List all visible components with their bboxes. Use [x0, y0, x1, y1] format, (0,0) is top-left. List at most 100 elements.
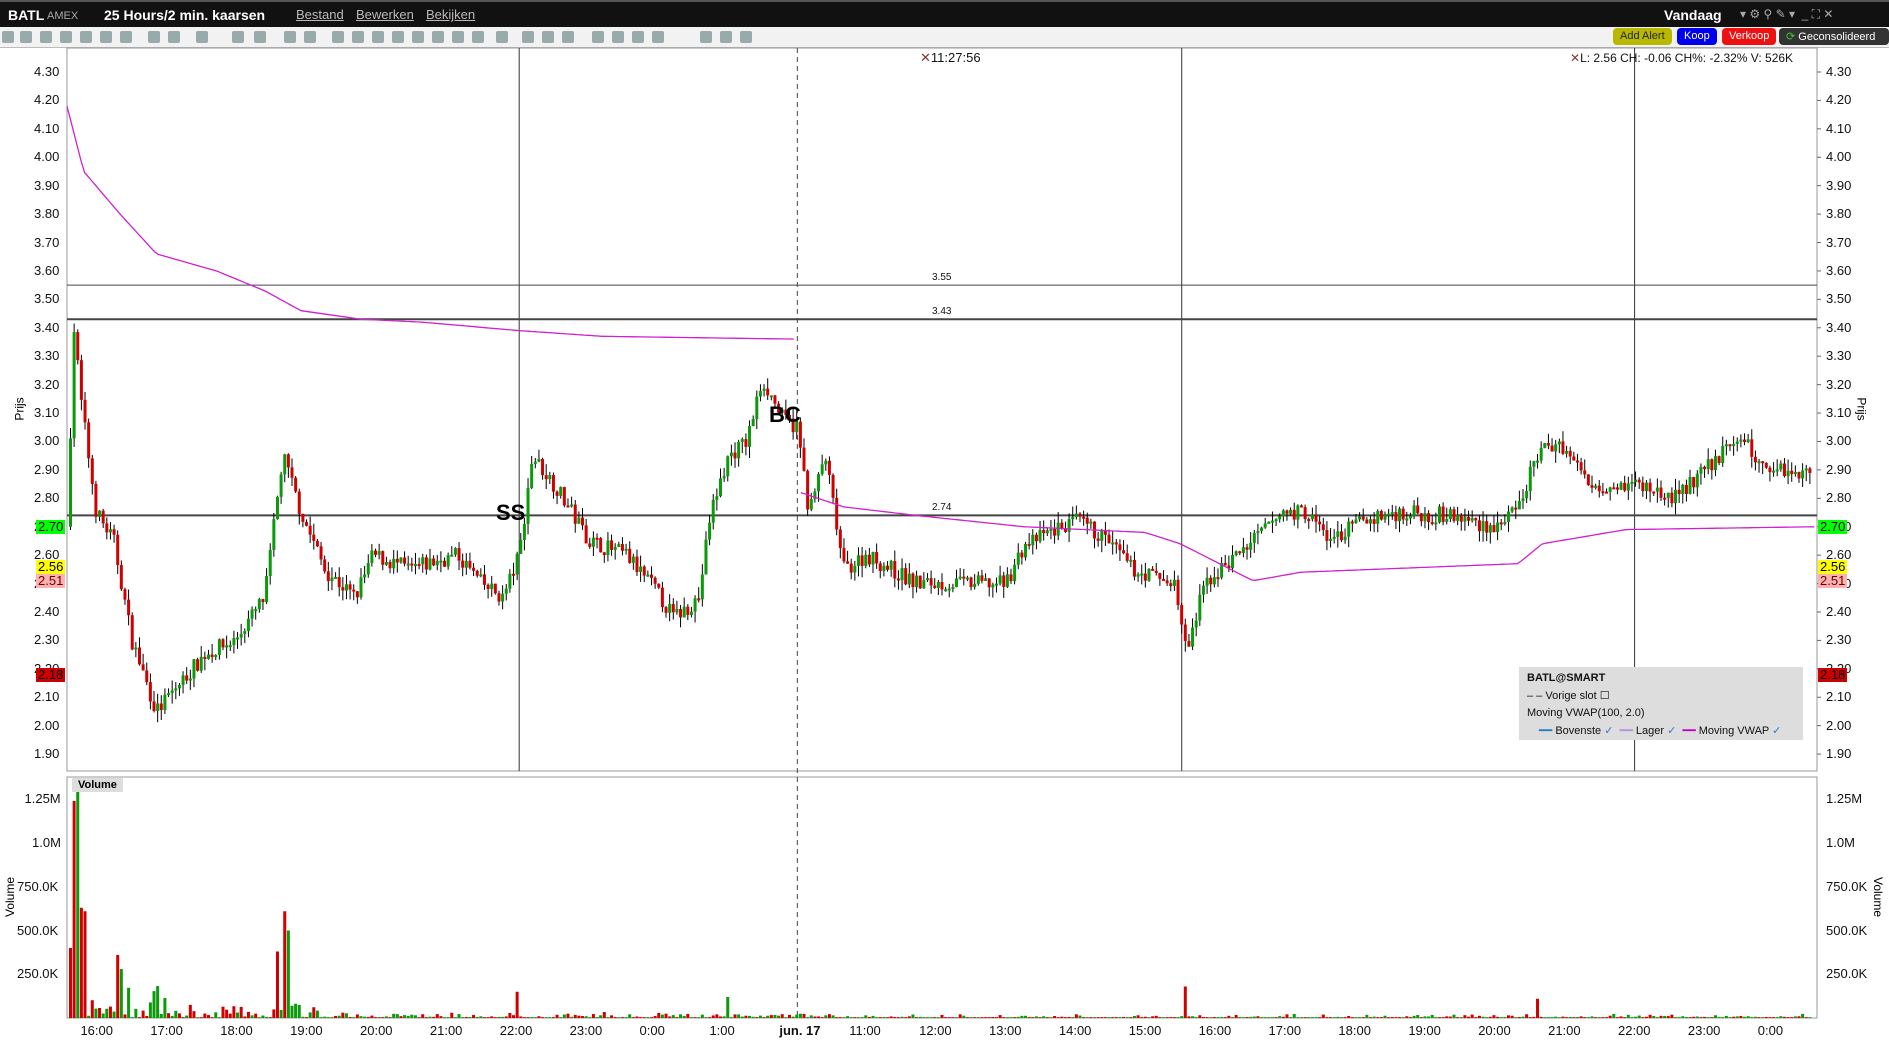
price-tick-label-right: 3.60	[1826, 262, 1852, 278]
volume-bar	[1278, 1016, 1282, 1018]
candle-body	[748, 426, 752, 447]
candle-body	[163, 694, 167, 710]
volume-bar	[1408, 1017, 1412, 1018]
candle-body	[1256, 531, 1260, 534]
candle-body	[1681, 484, 1685, 495]
candle-body	[1467, 517, 1471, 521]
candle-body	[1514, 507, 1518, 510]
series-bovenste[interactable]: Bovenste	[1555, 725, 1601, 737]
candle-body	[1452, 509, 1456, 521]
candle-body	[660, 587, 664, 608]
candle-body	[1405, 518, 1409, 521]
volume-bar	[1227, 1015, 1231, 1018]
volume-bar	[1506, 1015, 1510, 1018]
volume-bar	[1329, 1017, 1333, 1018]
candle-body	[1198, 594, 1202, 621]
volume-bar	[541, 1017, 545, 1018]
volume-tick-label-right: 1.25M	[1826, 791, 1863, 807]
volume-bar	[610, 1015, 614, 1018]
volume-bar	[94, 1008, 98, 1018]
candle-body	[265, 576, 269, 603]
volume-bar	[1470, 1014, 1474, 1018]
candle-body	[755, 396, 759, 419]
volume-bar	[1688, 1017, 1692, 1018]
check-icon[interactable]: ✓	[1604, 725, 1613, 737]
candle-body	[475, 570, 479, 576]
candle-body	[1263, 523, 1267, 528]
price-tick-label: 2.10	[34, 689, 60, 705]
volume-bar	[962, 1015, 966, 1018]
candle-body	[1739, 439, 1743, 442]
volume-bar	[1677, 1017, 1681, 1018]
volume-bar	[1430, 1014, 1434, 1018]
candle-body	[156, 703, 160, 711]
candle-body	[1463, 517, 1467, 522]
candle-body	[334, 577, 338, 580]
volume-bar	[631, 1017, 635, 1018]
candle-body	[679, 609, 683, 618]
series-moving-vwap[interactable]: Moving VWAP	[1699, 725, 1769, 737]
price-tick-label: 3.60	[34, 262, 60, 278]
close-icon[interactable]: ✕	[920, 50, 931, 65]
candle-body	[1786, 470, 1790, 477]
series-lager[interactable]: Lager	[1636, 725, 1664, 737]
candle-body	[1114, 542, 1118, 545]
volume-bar	[577, 1015, 581, 1018]
check-icon[interactable]: ✓	[1667, 725, 1676, 737]
candle-body	[1307, 519, 1311, 522]
candle-body	[973, 583, 977, 588]
volume-bar	[1089, 1017, 1093, 1018]
candle-body	[1071, 516, 1075, 520]
volume-bar	[1223, 1017, 1227, 1018]
volume-bar	[1477, 1015, 1481, 1018]
candle-body	[1089, 521, 1093, 524]
candle-body	[595, 537, 599, 540]
legend-indicator[interactable]: Moving VWAP(100, 2.0)	[1527, 707, 1645, 719]
candle-body	[1231, 554, 1235, 569]
volume-bar	[1543, 1017, 1547, 1018]
candle-body	[802, 447, 806, 471]
volume-bar	[1249, 1016, 1253, 1018]
price-tick-label: 4.30	[34, 64, 60, 79]
volume-tick-label: 1.25M	[24, 791, 61, 807]
volume-bar	[192, 1011, 196, 1018]
candle-body	[613, 547, 617, 550]
volume-bar	[98, 1007, 102, 1018]
price-chart[interactable]	[0, 0, 1889, 1045]
close-icon[interactable]: ✕	[1570, 51, 1580, 65]
candle-body	[675, 609, 679, 613]
volume-bar	[1394, 1017, 1398, 1018]
volume-bar	[1172, 1017, 1176, 1018]
volume-bar	[1071, 1017, 1075, 1018]
candle-body	[762, 388, 766, 391]
candle-body	[301, 513, 305, 522]
volume-bar	[504, 1016, 508, 1018]
price-tick-label-right: 2.30	[1826, 632, 1852, 648]
check-icon[interactable]: ✓	[1772, 725, 1781, 737]
volume-bar	[275, 951, 279, 1018]
volume-bar	[305, 1017, 309, 1018]
legend-title: BATL@SMART	[1527, 672, 1606, 684]
candle-body	[700, 574, 704, 600]
candle-body	[849, 563, 853, 573]
time-tick-label: 22:00	[499, 1023, 533, 1038]
candle-body	[904, 568, 908, 585]
candle-body	[152, 701, 156, 711]
candle-body	[722, 476, 726, 479]
volume-bar	[751, 1016, 755, 1018]
candle-body	[1332, 536, 1336, 539]
candle-body	[628, 548, 632, 563]
candle-body	[1612, 487, 1616, 490]
candle-body	[508, 573, 512, 589]
candle-body	[1270, 520, 1274, 523]
volume-bar	[1078, 1015, 1082, 1018]
time-tick-label: 14:00	[1058, 1023, 1092, 1038]
volume-bar	[1027, 1017, 1031, 1018]
candle-body	[1209, 577, 1213, 585]
legend-prev-close[interactable]: – – Vorige slot ☐	[1527, 689, 1610, 702]
volume-bar	[991, 1016, 995, 1018]
candle-body	[1655, 487, 1659, 492]
marker-ss: SS	[496, 500, 526, 525]
volume-bar	[1746, 1016, 1750, 1018]
checkbox-icon[interactable]: ☐	[1600, 690, 1610, 702]
